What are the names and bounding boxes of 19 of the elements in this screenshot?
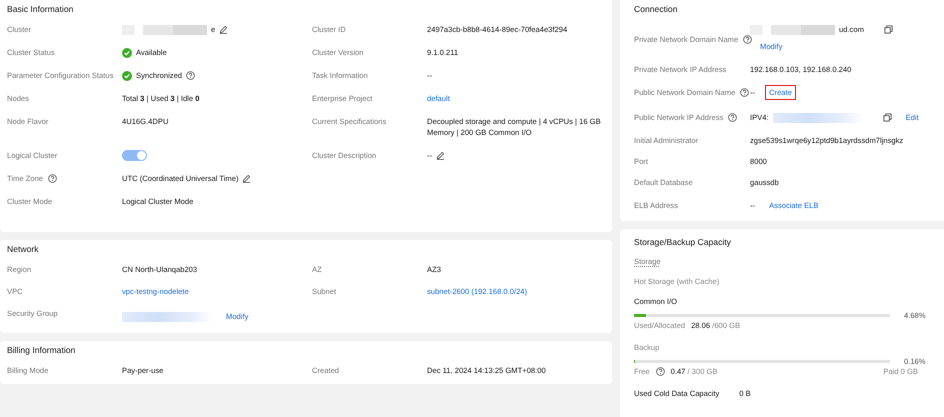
section-title: Billing Information [7, 345, 76, 355]
section-title: Basic Information [7, 4, 74, 14]
edit-icon[interactable] [219, 25, 228, 34]
help-icon[interactable] [740, 88, 750, 97]
help-icon[interactable] [48, 174, 58, 183]
check-icon [122, 70, 132, 80]
toggle-switch[interactable] [122, 150, 147, 161]
help-icon[interactable] [743, 34, 752, 44]
copy-icon[interactable] [884, 25, 893, 34]
section-title: Connection [634, 4, 678, 14]
help-icon[interactable] [728, 113, 738, 122]
edit-icon[interactable] [436, 151, 446, 160]
help-icon[interactable] [186, 71, 196, 80]
check-icon [122, 48, 132, 58]
help-icon[interactable] [656, 367, 665, 376]
section-title: Network [7, 244, 40, 254]
copy-icon[interactable] [882, 113, 892, 122]
section-title: Storage/Backup Capacity [634, 237, 732, 247]
edit-icon[interactable] [242, 174, 252, 183]
